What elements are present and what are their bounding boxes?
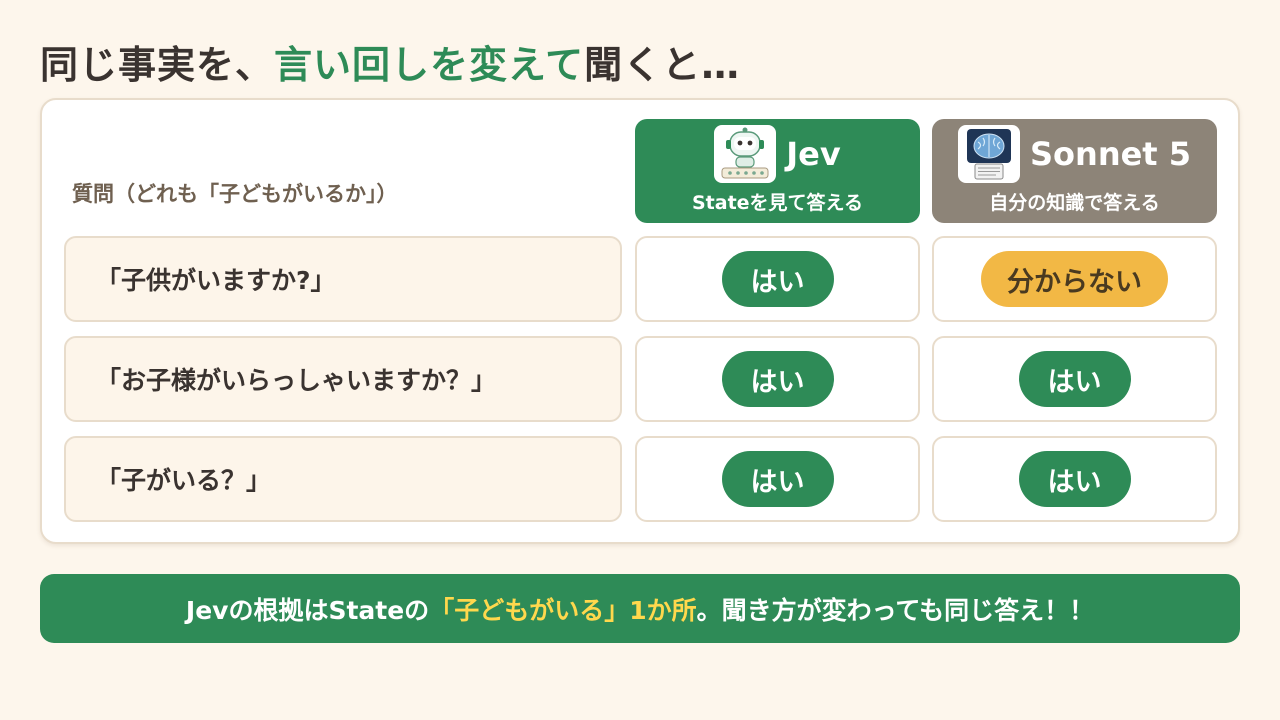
question-cell: 「子供がいますか?」 bbox=[64, 236, 622, 322]
jev-column-header: Jev Stateを見て答える bbox=[635, 119, 920, 223]
answer-pill-yes: はい bbox=[1018, 451, 1131, 507]
sonnet-subtitle: 自分の知識で答える bbox=[989, 192, 1160, 214]
question-cell: 「子がいる？」 bbox=[64, 436, 622, 522]
sonnet-answer-cell: はい bbox=[932, 336, 1217, 422]
title-prefix: 同じ事実を、 bbox=[40, 43, 275, 87]
answer-pill-yes: はい bbox=[721, 251, 834, 307]
answer-pill-yes: はい bbox=[721, 351, 834, 407]
banner-prefix: Jevの根拠はStateの bbox=[185, 595, 430, 625]
sonnet-name: Sonnet 5 bbox=[1030, 135, 1191, 173]
question-cell: 「お子様がいらっしゃいますか？」 bbox=[64, 336, 622, 422]
answer-pill-yes: はい bbox=[721, 451, 834, 507]
answer-pill-unknown: 分からない bbox=[981, 251, 1168, 307]
question-column-header: 質問（どれも「子どもがいるか」） bbox=[72, 182, 398, 206]
brain-avatar-icon bbox=[958, 125, 1020, 183]
jev-subtitle: Stateを見て答える bbox=[692, 192, 863, 214]
title-highlight: 言い回しを変えて bbox=[274, 43, 585, 87]
title-suffix: 聞くと… bbox=[584, 43, 741, 87]
jev-answer-cell: はい bbox=[635, 336, 920, 422]
jev-answer-cell: はい bbox=[635, 436, 920, 522]
answer-pill-yes: はい bbox=[1018, 351, 1131, 407]
conclusion-banner: Jevの根拠はStateの 「子どもがいる」1か所 。聞き方が変わっても同じ答え！！ bbox=[40, 574, 1240, 643]
robot-avatar-icon bbox=[714, 125, 777, 183]
banner-highlight: 「子どもがいる」1か所 bbox=[429, 595, 697, 625]
sonnet-column-header: Sonnet 5 自分の知識で答える bbox=[932, 119, 1217, 223]
sonnet-answer-cell: はい bbox=[932, 436, 1217, 522]
jev-answer-cell: はい bbox=[635, 236, 920, 322]
jev-name: Jev bbox=[786, 135, 841, 173]
slide-title: 同じ事実を、言い回しを変えて聞くと… bbox=[40, 34, 740, 89]
sonnet-answer-cell: 分からない bbox=[932, 236, 1217, 322]
banner-suffix: 。聞き方が変わっても同じ答え！！ bbox=[696, 595, 1095, 625]
